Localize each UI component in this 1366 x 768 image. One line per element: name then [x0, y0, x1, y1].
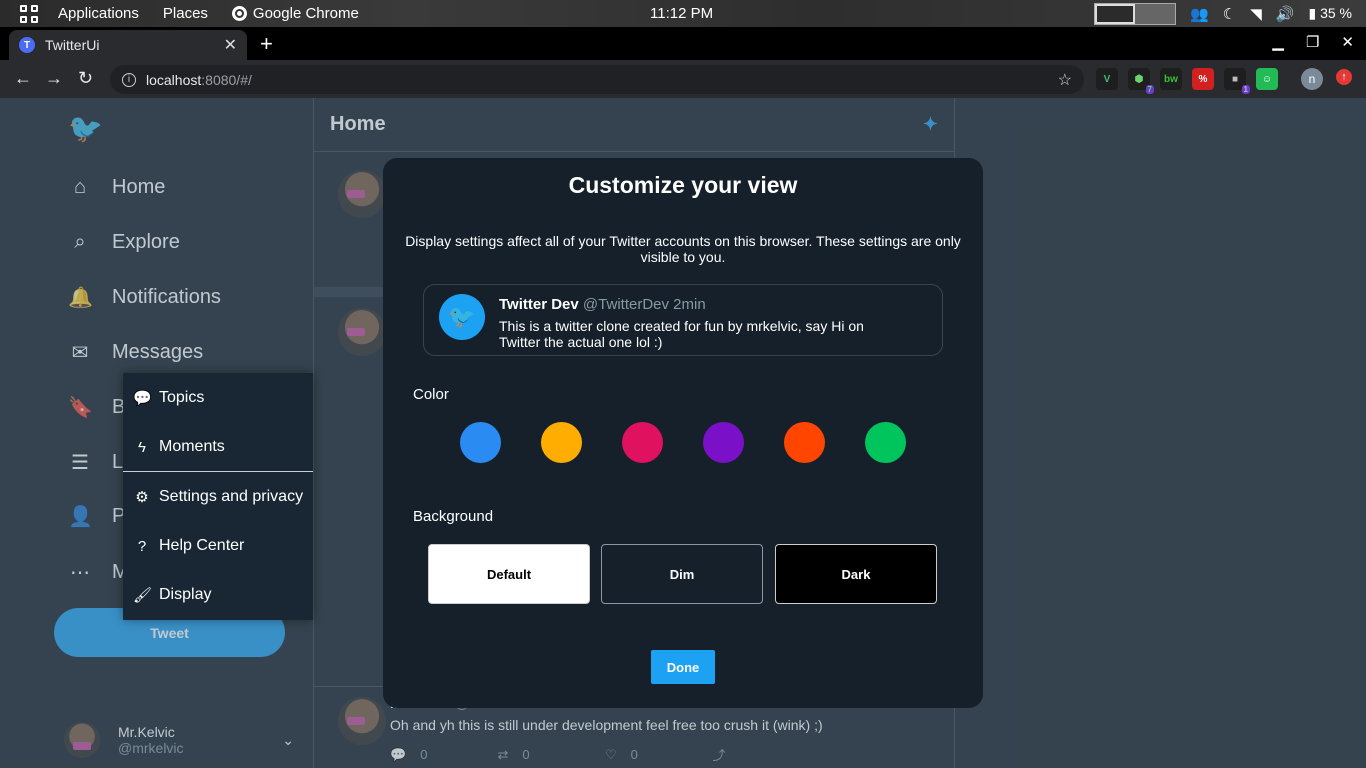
preview-name: Twitter Dev — [499, 296, 579, 313]
os-top-bar: Applications Places Google Chrome 11:12 … — [0, 0, 1366, 27]
extension-badge: 1 — [1241, 85, 1250, 94]
info-icon[interactable]: i — [122, 72, 136, 87]
question-icon: ? — [137, 537, 147, 555]
url-host: localhost — [146, 71, 202, 88]
applications-menu[interactable]: Applications — [58, 5, 139, 22]
vue-devtools-icon[interactable]: V — [1096, 68, 1118, 90]
clock[interactable]: 11:12 PM — [650, 5, 713, 22]
url-path: :8080/#/ — [201, 71, 252, 88]
browser-label: Google Chrome — [252, 5, 359, 22]
tab-favicon-icon: T — [19, 37, 35, 53]
menu-item-topics[interactable]: 💬 Topics — [133, 389, 204, 407]
places-label: Places — [162, 5, 208, 22]
color-option[interactable] — [541, 422, 582, 463]
users-icon[interactable]: 👥 — [1190, 5, 1209, 23]
preview-text: This is a twitter clone created for fun … — [499, 318, 864, 350]
address-bar[interactable]: i localhost:8080/#/ ☆ — [110, 65, 1084, 94]
volume-icon[interactable]: 🔊 — [1276, 5, 1295, 23]
color-option[interactable] — [703, 422, 744, 463]
background-option-default[interactable]: Default — [428, 544, 590, 604]
extension-green-icon[interactable]: ⬢ 7 — [1128, 68, 1154, 94]
tweet-preview: 🐦 Twitter Dev @TwitterDev 2min This is a… — [423, 284, 943, 356]
menu-divider — [123, 471, 313, 472]
menu-item-label: Settings and privacy — [159, 488, 304, 505]
extension-green-face-icon[interactable]: ☺ — [1256, 68, 1278, 90]
menu-item-moments[interactable]: ϟ Moments — [133, 438, 225, 456]
extension-badge: 7 — [1145, 85, 1154, 94]
modal-title: Customize your view — [568, 172, 798, 198]
customize-view-modal: Customize your view Display settings aff… — [383, 158, 983, 708]
preview-meta: @TwitterDev 2min — [582, 296, 706, 313]
battery-level: 35 % — [1320, 5, 1352, 21]
twitter-page: 🐦 ⌂ Home ⌕ Explore 🔔 Notifications ✉ Message… — [0, 98, 1366, 768]
tab-title: TwitterUi — [45, 37, 100, 53]
menu-item-label: Topics — [159, 389, 205, 406]
workspace-switcher[interactable] — [1094, 2, 1177, 25]
restore-icon[interactable]: ❐ — [1306, 33, 1319, 51]
menu-item-settings[interactable]: ⚙ Settings and privacy — [133, 488, 303, 506]
night-mode-icon[interactable]: ☾ — [1223, 5, 1236, 23]
minimize-icon[interactable]: ▁ — [1272, 33, 1284, 51]
battery-indicator[interactable]: ▮ 35 % — [1308, 5, 1352, 22]
lightning-icon: ϟ — [138, 438, 146, 456]
brush-icon: 🖌 — [133, 587, 153, 604]
bw-icon[interactable]: bw — [1160, 68, 1182, 90]
modal-description: Display settings affect all of your Twit… — [405, 233, 961, 265]
menu-item-help[interactable]: ? Help Center — [133, 537, 245, 555]
browser-tab[interactable]: T TwitterUi ✕ — [9, 30, 247, 60]
close-window-icon[interactable]: ✕ — [1341, 33, 1354, 51]
menu-item-display[interactable]: 🖌 Display — [133, 586, 211, 604]
close-tab-icon[interactable]: ✕ — [224, 35, 237, 55]
color-option[interactable] — [622, 422, 663, 463]
more-menu: 💬 Topics ϟ Moments ⚙ Settings and privacy ?… — [123, 373, 313, 620]
menu-item-label: Moments — [159, 438, 225, 455]
profile-avatar[interactable]: n — [1301, 68, 1323, 90]
chrome-icon — [231, 6, 247, 21]
menu-item-label: Help Center — [159, 537, 245, 554]
color-option[interactable] — [865, 422, 906, 463]
done-button[interactable]: Done — [651, 650, 715, 684]
applications-label: Applications — [58, 5, 139, 22]
bookmark-star-icon[interactable]: ☆ — [1058, 70, 1072, 90]
chat-bubble-icon: 💬 — [133, 390, 152, 407]
color-option[interactable] — [460, 422, 501, 463]
browser-toolbar: ← → ↻ i localhost:8080/#/ ☆ V ⬢ 7 bw% ■ 1 ☺ n … — [0, 60, 1366, 98]
places-menu[interactable]: Places — [163, 5, 208, 22]
wifi-icon[interactable]: ◥ — [1250, 5, 1262, 23]
menu-item-label: Display — [159, 586, 212, 603]
twitter-bird-icon: 🐦 — [439, 294, 485, 340]
background-option-dim[interactable]: Dim — [601, 544, 763, 604]
back-arrow-icon[interactable]: ← — [14, 68, 32, 89]
color-label: Color — [413, 386, 449, 403]
color-option[interactable] — [784, 422, 825, 463]
background-option-dark[interactable]: Dark — [775, 544, 937, 604]
extension-red-icon[interactable]: % — [1192, 68, 1214, 90]
extensions-row: V ⬢ 7 bw% ■ 1 ☺ — [1096, 68, 1278, 94]
forward-arrow-icon[interactable]: → — [45, 68, 63, 89]
app-grid-icon[interactable] — [20, 4, 38, 23]
extension-cube-icon[interactable]: ■ 1 — [1224, 68, 1250, 94]
background-label: Background — [413, 508, 494, 525]
reload-icon[interactable]: ↻ — [78, 68, 93, 89]
tab-strip: T TwitterUi ✕ + ▁ ❐ ✕ — [0, 27, 1366, 60]
gear-icon: ⚙ — [135, 489, 149, 506]
chrome-menu[interactable]: Google Chrome — [231, 5, 359, 22]
update-icon[interactable]: ↑ — [1336, 69, 1352, 85]
new-tab-icon[interactable]: + — [260, 31, 273, 57]
